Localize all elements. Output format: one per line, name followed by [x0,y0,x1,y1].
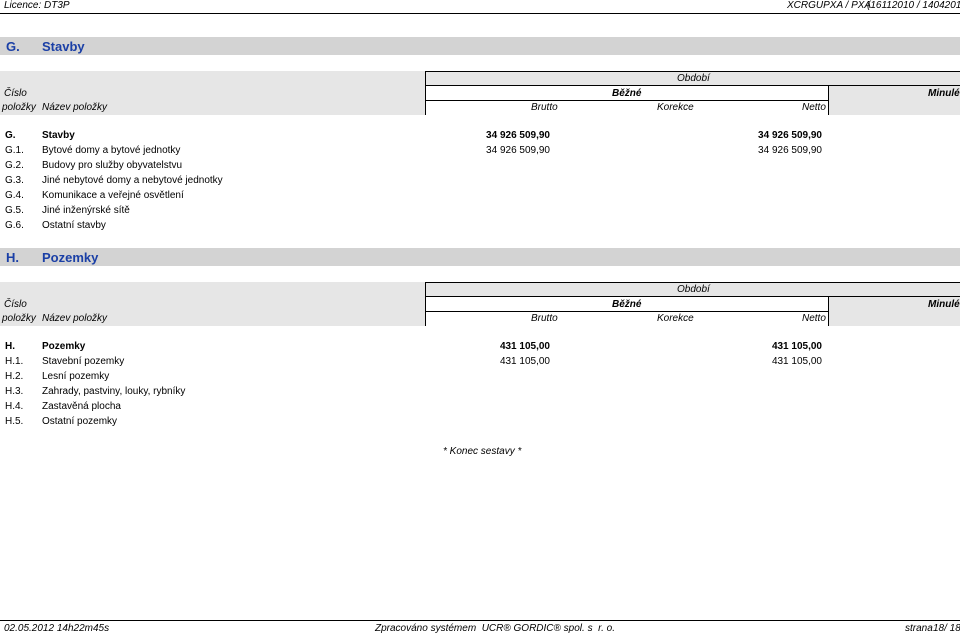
bezne-label: Běžné [612,299,642,310]
table-header-g: Období Číslo Běžné Minulé položky Název … [0,71,960,115]
footer-rule [0,620,960,621]
row-name: Stavby [42,130,75,141]
row-code: H.4. [5,401,24,412]
row-code: G. [5,130,16,141]
row-brutto: 431 105,00 [499,341,550,352]
minule-label: Minulé [928,88,960,99]
cislo-label: Číslo [4,299,27,310]
row-code: G.6. [5,220,24,231]
bezne-label: Běžné [612,88,642,99]
footer-page-number: 18/ 18 [933,623,960,634]
korekce-label: Korekce [657,313,694,324]
row-name: Jiné nebytové domy a nebytové jednotky [42,175,223,186]
row-name: Bytové domy a bytové jednotky [42,145,181,156]
section-title: Stavby [42,39,85,54]
report-id: XCRGUPXA / PXA [787,0,872,11]
row-minule: 431 105,00 [771,356,822,367]
section-header-h: H. Pozemky [0,248,960,266]
row-brutto: 34 926 509,90 [486,130,550,141]
row-name: Komunikace a veřejné osvětlení [42,190,184,201]
row-code: H.2. [5,371,24,382]
obdobi-label: Období [677,284,710,295]
row-code: H.1. [5,356,24,367]
row-minule: 431 105,00 [771,341,822,352]
section-header-g: G. Stavby [0,37,960,55]
section-code: H. [6,250,19,265]
row-name: Budovy pro služby obyvatelstvu [42,160,183,171]
row-code: G.1. [5,145,24,156]
footer-page-label: strana [905,623,933,634]
row-brutto: 431 105,00 [499,356,550,367]
obdobi-label: Období [677,73,710,84]
row-name: Zahrady, pastviny, louky, rybníky [42,386,186,397]
end-of-report: * Konec sestavy * [443,446,522,457]
section-title: Pozemky [42,250,99,265]
netto-label: Netto [802,102,826,113]
section-code: G. [6,39,20,54]
row-code: H.3. [5,386,24,397]
row-code: H.5. [5,416,24,427]
row-name: Pozemky [42,341,86,352]
row-name: Stavební pozemky [42,356,125,367]
row-name: Ostatní pozemky [42,416,118,427]
nazev-label: Název položky [42,102,108,113]
report-dates: (16112010 / 14042010) [867,0,960,11]
netto-label: Netto [802,313,826,324]
licence-text: Licence: DT3P [4,0,70,11]
row-name: Ostatní stavby [42,220,106,231]
header-rule [0,13,960,14]
row-name: Zastavěná plocha [42,401,121,412]
korekce-label: Korekce [657,102,694,113]
polozky-label: položky [2,102,36,113]
nazev-label: Název položky [42,313,108,324]
footer-timestamp: 02.05.2012 14h22m45s [4,623,110,634]
row-code: H. [5,341,15,352]
row-minule: 34 926 509,90 [758,130,822,141]
brutto-label: Brutto [531,313,558,324]
polozky-label: položky [2,313,36,324]
row-code: G.4. [5,190,24,201]
minule-label: Minulé [928,299,960,310]
row-brutto: 34 926 509,90 [486,145,550,156]
row-name: Lesní pozemky [42,371,110,382]
footer-processed: Zpracováno systémem UCR® GORDIC® spol. s… [375,623,615,634]
row-code: G.2. [5,160,24,171]
cislo-label: Číslo [4,88,27,99]
table-header-h: Období Číslo Běžné Minulé položky Název … [0,282,960,326]
row-name: Jiné inženýrské sítě [42,205,130,216]
row-code: G.3. [5,175,24,186]
row-code: G.5. [5,205,24,216]
brutto-label: Brutto [531,102,558,113]
row-minule: 34 926 509,90 [758,145,822,156]
